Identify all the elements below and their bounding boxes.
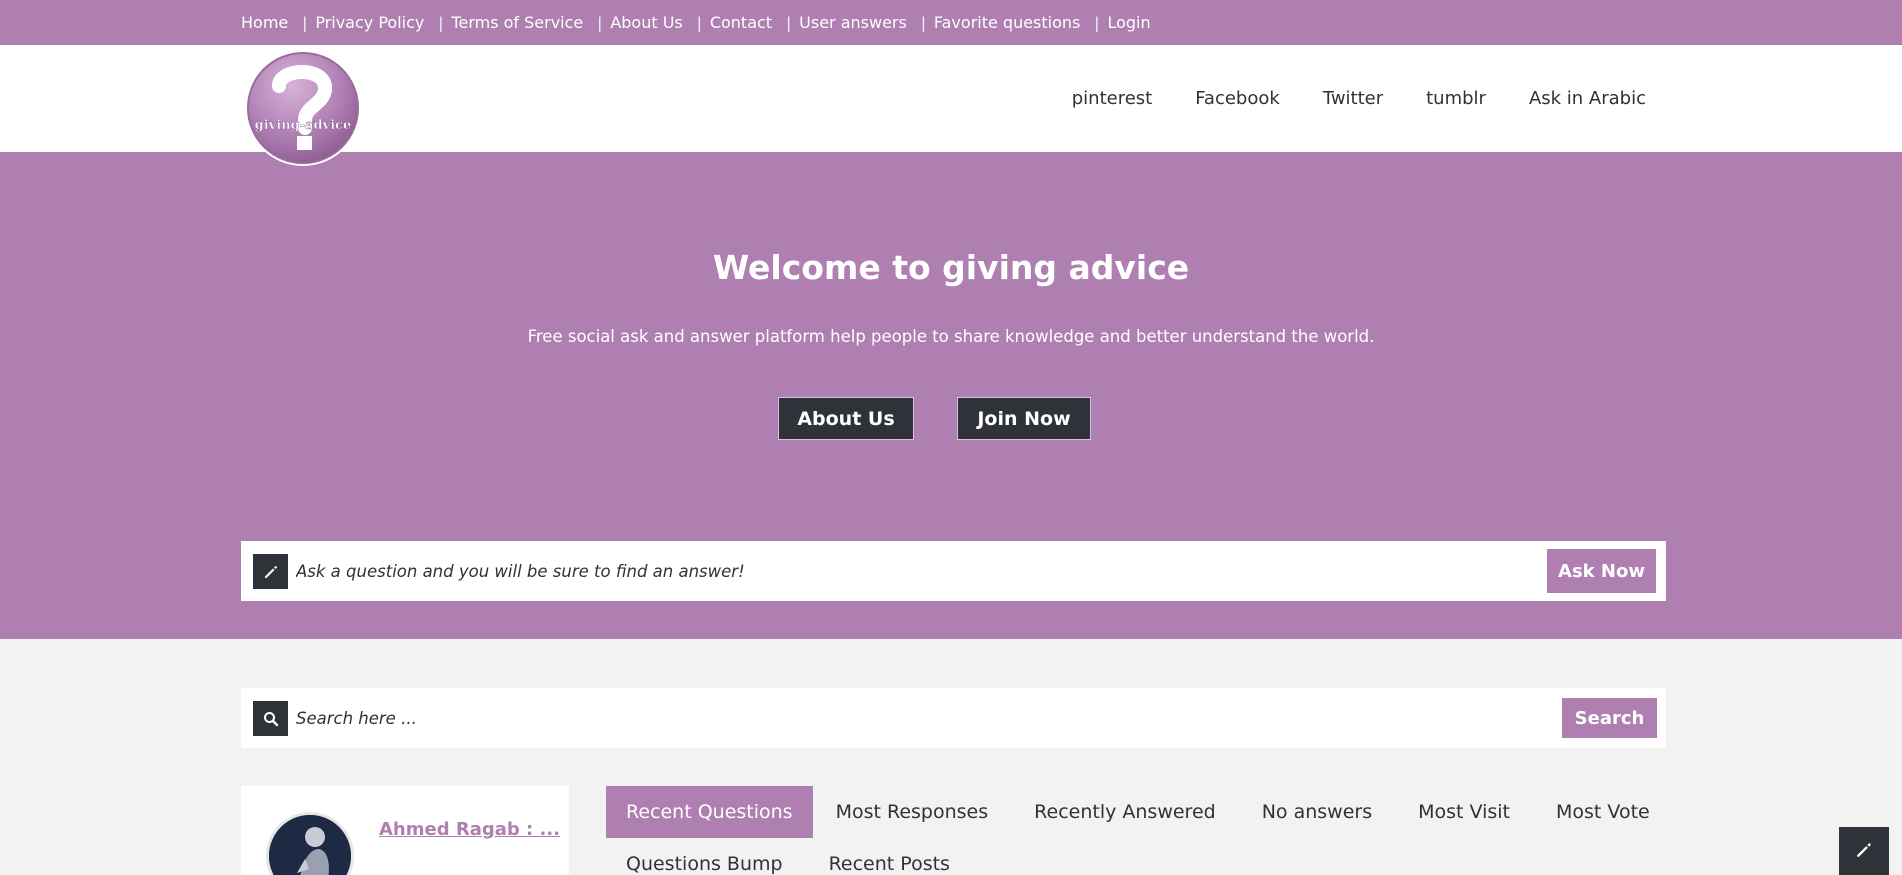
nav-separator: | bbox=[597, 13, 603, 32]
ask-now-button[interactable]: Ask Now bbox=[1547, 549, 1656, 593]
hero-title: Welcome to giving advice bbox=[712, 248, 1190, 287]
avatar[interactable] bbox=[266, 812, 354, 875]
main-nav-pinterest[interactable]: pinterest bbox=[1072, 88, 1152, 109]
main-nav-facebook[interactable]: Facebook bbox=[1195, 88, 1280, 109]
main-nav-twitter[interactable]: Twitter bbox=[1323, 88, 1383, 109]
top-nav-home[interactable]: Home bbox=[241, 13, 288, 32]
nav-separator: | bbox=[1094, 13, 1100, 32]
top-nav-about-us[interactable]: About Us bbox=[610, 13, 682, 32]
main-nav: pinterest Facebook Twitter tumblr Ask in… bbox=[1072, 45, 1646, 152]
join-now-button[interactable]: Join Now bbox=[957, 397, 1091, 440]
tab-no-answers[interactable]: No answers bbox=[1239, 786, 1395, 838]
tab-most-responses[interactable]: Most Responses bbox=[813, 786, 1012, 838]
question-tabs: Recent Questions Most Responses Recently… bbox=[606, 786, 1673, 838]
nav-separator: | bbox=[696, 13, 702, 32]
pencil-icon bbox=[253, 554, 288, 589]
search-icon bbox=[253, 701, 288, 736]
search-button[interactable]: Search bbox=[1562, 698, 1657, 738]
search-input[interactable] bbox=[296, 688, 1536, 748]
site-logo[interactable]: giving-advice bbox=[243, 48, 363, 168]
top-nav-terms-of-service[interactable]: Terms of Service bbox=[451, 13, 583, 32]
tab-recently-answered[interactable]: Recently Answered bbox=[1011, 786, 1239, 838]
main-nav-tumblr[interactable]: tumblr bbox=[1426, 88, 1486, 109]
nav-separator: | bbox=[786, 13, 792, 32]
tab-recent-posts[interactable]: Recent Posts bbox=[806, 838, 973, 875]
top-nav-contact[interactable]: Contact bbox=[710, 13, 772, 32]
top-nav-user-answers[interactable]: User answers bbox=[799, 13, 907, 32]
top-nav: Home | Privacy Policy | Terms of Service… bbox=[241, 0, 1151, 45]
floating-ask-button[interactable] bbox=[1839, 827, 1889, 875]
tab-most-vote[interactable]: Most Vote bbox=[1533, 786, 1673, 838]
hero-subtitle: Free social ask and answer platform help… bbox=[527, 327, 1375, 346]
tab-questions-bump[interactable]: Questions Bump bbox=[606, 838, 806, 875]
tab-recent-questions[interactable]: Recent Questions bbox=[606, 786, 813, 838]
tab-most-visit[interactable]: Most Visit bbox=[1395, 786, 1533, 838]
about-us-button[interactable]: About Us bbox=[778, 397, 914, 440]
ask-question-input[interactable] bbox=[296, 541, 1536, 601]
user-name-link[interactable]: Ahmed Ragab : ... bbox=[379, 819, 560, 840]
question-tabs-row-2: Questions Bump Recent Posts bbox=[606, 838, 973, 875]
pencil-icon bbox=[1855, 841, 1873, 863]
nav-separator: | bbox=[302, 13, 308, 32]
search-bar: Search bbox=[241, 688, 1666, 748]
top-nav-login[interactable]: Login bbox=[1107, 13, 1150, 32]
logo-icon: giving-advice bbox=[245, 50, 361, 166]
top-bar: Home | Privacy Policy | Terms of Service… bbox=[0, 0, 1902, 45]
nav-separator: | bbox=[920, 13, 926, 32]
top-nav-privacy-policy[interactable]: Privacy Policy bbox=[315, 13, 424, 32]
user-card: Ahmed Ragab : ... bbox=[241, 786, 569, 875]
nav-separator: | bbox=[438, 13, 444, 32]
svg-text:giving-advice: giving-advice bbox=[255, 118, 352, 133]
main-nav-ask-in-arabic[interactable]: Ask in Arabic bbox=[1529, 88, 1646, 109]
ask-question-bar: Ask Now bbox=[241, 541, 1666, 601]
top-nav-favorite-questions[interactable]: Favorite questions bbox=[934, 13, 1080, 32]
